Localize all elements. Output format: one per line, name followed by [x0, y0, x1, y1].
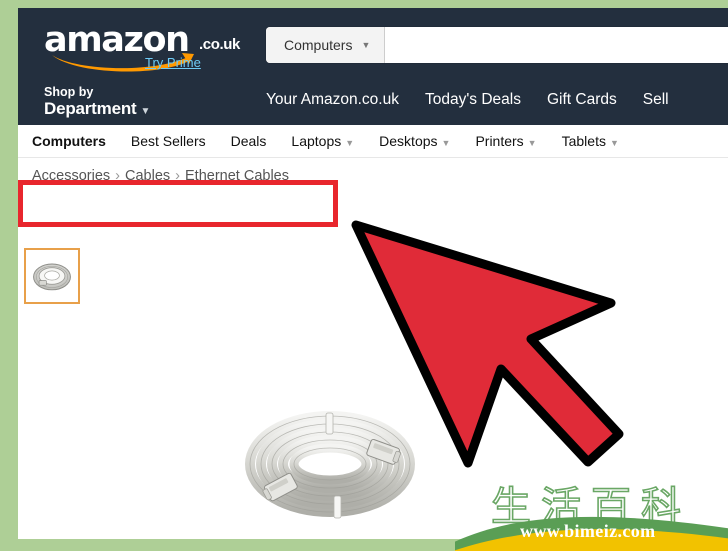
- search-category-label: Computers: [284, 37, 353, 53]
- ethernet-cable-thumbnail-icon: [28, 252, 76, 300]
- subnav-item-printers[interactable]: Printers ▼: [475, 133, 536, 149]
- shop-by-department-button[interactable]: Shop by Department ▼: [44, 85, 151, 118]
- subnav-label: Printers: [475, 133, 524, 149]
- subnav-item-deals[interactable]: Deals: [231, 133, 267, 149]
- chevron-down-icon: ▼: [527, 138, 537, 148]
- browser-page: amazon .co.uk Try Prime Computers ▼ Shop…: [18, 8, 728, 539]
- subnav-item-best-sellers[interactable]: Best Sellers: [131, 133, 206, 149]
- subnav-label: Computers: [32, 133, 106, 149]
- amazon-header: amazon .co.uk Try Prime Computers ▼: [18, 8, 728, 80]
- nav-link-gift-cards[interactable]: Gift Cards: [547, 91, 617, 109]
- nav-link-your-amazon[interactable]: Your Amazon.co.uk: [266, 91, 399, 109]
- subnav-item-laptops[interactable]: Laptops ▼: [291, 133, 354, 149]
- amazon-logo-tld: .co.uk: [199, 36, 240, 53]
- subnav-label: Best Sellers: [130, 133, 206, 149]
- subnav-label: Deals: [230, 133, 267, 149]
- chevron-down-icon: ▼: [361, 39, 371, 50]
- chevron-down-icon: ▼: [609, 138, 619, 148]
- subnav-item-desktops[interactable]: Desktops ▼: [379, 133, 450, 149]
- subnav-item-computers[interactable]: Computers: [32, 133, 106, 149]
- search-category-dropdown[interactable]: Computers ▼: [266, 27, 386, 63]
- nav-link-sell[interactable]: Sell: [643, 91, 669, 109]
- category-subnav: Computers Best Sellers Deals Laptops ▼ De…: [18, 125, 728, 158]
- nav-link-todays-deals[interactable]: Today's Deals: [425, 91, 521, 109]
- try-prime-link[interactable]: Try Prime: [145, 55, 201, 70]
- subnav-label: Tablets: [561, 133, 606, 149]
- chevron-down-icon: ▼: [140, 105, 151, 117]
- breadcrumb-highlight-box: [18, 180, 338, 227]
- chevron-down-icon: ▼: [345, 138, 355, 148]
- product-thumbnail[interactable]: [24, 248, 80, 304]
- amazon-nav-bar: Shop by Department ▼ Your Amazon.co.uk To…: [18, 80, 728, 125]
- subnav-label: Desktops: [379, 133, 438, 149]
- chevron-down-icon: ▼: [441, 138, 451, 148]
- screenshot-root: amazon .co.uk Try Prime Computers ▼ Shop…: [0, 0, 728, 551]
- subnav-item-tablets[interactable]: Tablets ▼: [562, 133, 619, 149]
- shop-by-line1: Shop by: [44, 85, 94, 99]
- product-main-image[interactable]: Coiled grey ethernet cable with RJ45 con…: [230, 404, 440, 524]
- shop-by-line2: Department: [44, 98, 137, 118]
- search-bar[interactable]: Computers ▼: [266, 27, 728, 63]
- search-input[interactable]: [385, 27, 728, 63]
- subnav-label: Laptops: [291, 133, 342, 149]
- nav-links: Your Amazon.co.uk Today's Deals Gift Car…: [266, 91, 669, 109]
- amazon-logo[interactable]: amazon .co.uk Try Prime: [44, 22, 244, 72]
